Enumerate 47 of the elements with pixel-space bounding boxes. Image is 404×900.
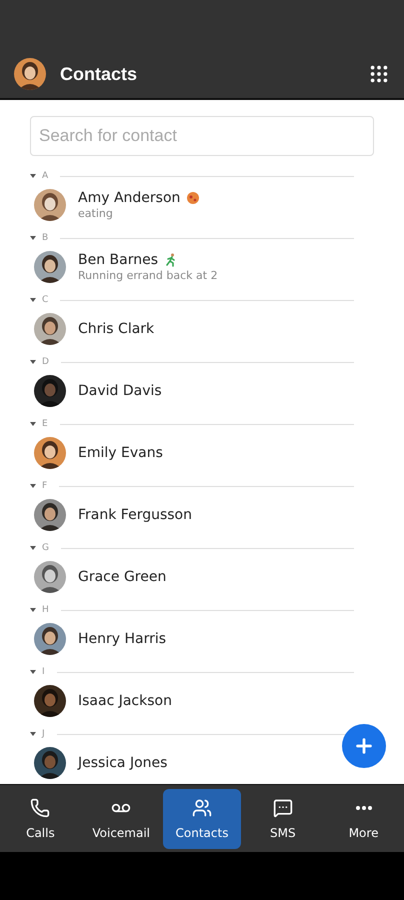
collapse-icon[interactable] — [30, 670, 36, 674]
contact-name[interactable]: Jessica Jones — [78, 755, 168, 771]
nav-tab[interactable]: More — [324, 788, 403, 848]
collapse-icon[interactable] — [30, 732, 36, 736]
contact-name[interactable]: Henry Harris — [78, 631, 166, 647]
nav-tab[interactable]: Contacts — [162, 788, 241, 848]
chat-bubble-icon — [272, 798, 293, 818]
section-letter: D — [42, 357, 49, 367]
screen-title: Contacts — [60, 64, 138, 84]
contact-status: eating — [78, 207, 114, 220]
section-letter: G — [42, 543, 49, 553]
collapse-icon[interactable] — [30, 174, 36, 178]
section-letter: I — [42, 667, 45, 677]
food-icon — [186, 191, 200, 205]
more-icon — [356, 806, 372, 810]
collapse-icon[interactable] — [30, 360, 36, 364]
section-letter: B — [42, 233, 48, 243]
nav-tab[interactable]: Calls — [1, 788, 80, 848]
contact-name[interactable]: Grace Green — [78, 569, 166, 585]
section-letter: E — [42, 419, 48, 429]
add-button[interactable] — [342, 724, 386, 768]
collapse-icon[interactable] — [30, 236, 36, 240]
contact-name[interactable]: Isaac Jackson — [78, 693, 172, 709]
collapse-icon[interactable] — [30, 422, 36, 426]
section-letter: C — [42, 295, 48, 305]
collapse-icon[interactable] — [30, 484, 36, 488]
dialpad-icon[interactable] — [368, 63, 390, 85]
collapse-icon[interactable] — [30, 298, 36, 302]
section-letter: J — [42, 729, 45, 739]
contact-status: Running errand back at 2 — [78, 269, 218, 282]
contact-name[interactable]: Emily Evans — [78, 445, 163, 461]
collapse-icon[interactable] — [30, 546, 36, 550]
contact-name[interactable]: Ben Barnes — [78, 252, 158, 268]
collapse-icon[interactable] — [30, 608, 36, 612]
section-letter: F — [42, 481, 48, 491]
search-field[interactable]: Search for contact — [30, 116, 374, 156]
people-icon — [192, 798, 212, 818]
phone-icon — [30, 798, 50, 818]
nav-tab[interactable]: Voicemail — [82, 788, 160, 848]
contact-name[interactable]: Amy Anderson — [78, 190, 180, 206]
nav-tab[interactable]: SMS — [244, 788, 322, 848]
contact-name[interactable]: David Davis — [78, 383, 162, 399]
section-letter: H — [42, 605, 49, 615]
contact-name[interactable]: Frank Fergusson — [78, 507, 192, 523]
plus-icon — [353, 735, 375, 757]
contact-name[interactable]: Chris Clark — [78, 321, 154, 337]
section-letter: A — [42, 171, 48, 181]
